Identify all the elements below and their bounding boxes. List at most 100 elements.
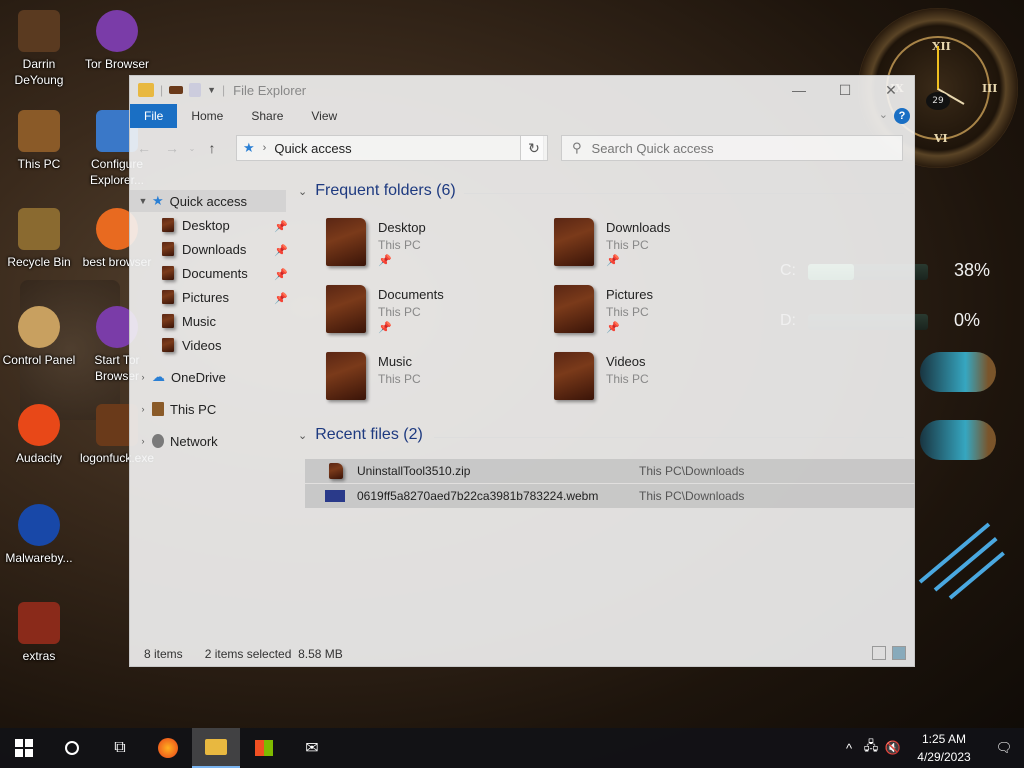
breadcrumb[interactable]: Quick access bbox=[274, 141, 351, 156]
desktop-icon-extras[interactable]: extras bbox=[0, 602, 78, 664]
tab-share[interactable]: Share bbox=[237, 104, 297, 128]
recent-file-row[interactable]: UninstallTool3510.zip This PC\Downloads bbox=[305, 459, 915, 483]
help-icon[interactable]: ? bbox=[894, 108, 910, 124]
taskbar-mail[interactable]: ✉ bbox=[288, 728, 336, 768]
nav-label: Quick access bbox=[169, 193, 247, 209]
frequent-folders-header[interactable]: ⌄ Frequent folders (6) bbox=[298, 182, 456, 200]
properties-icon[interactable] bbox=[169, 86, 184, 94]
desktop-icon-user[interactable]: Darrin DeYoung bbox=[0, 10, 78, 88]
decor-wire bbox=[948, 551, 1005, 600]
chevron-right-icon[interactable]: › bbox=[136, 372, 150, 382]
section-title: Frequent folders (6) bbox=[315, 182, 456, 199]
tab-view[interactable]: View bbox=[297, 104, 351, 128]
folder-icon bbox=[554, 352, 594, 400]
refresh-button[interactable]: ↻ bbox=[520, 135, 548, 161]
nav-item-videos[interactable]: Videos bbox=[162, 334, 222, 356]
folder-location: This PC bbox=[606, 372, 649, 386]
firefox-icon bbox=[158, 738, 178, 758]
back-button[interactable]: ← bbox=[130, 140, 158, 156]
taskbar-file-explorer[interactable] bbox=[192, 728, 240, 768]
window-controls: — ☐ ✕ bbox=[776, 76, 914, 104]
taskbar-store[interactable] bbox=[240, 728, 288, 768]
nav-label: Downloads bbox=[182, 241, 247, 257]
folder-tile-music[interactable]: Music This PC bbox=[326, 352, 546, 412]
desktop-icon-tor[interactable]: Tor Browser bbox=[78, 10, 156, 72]
pin-icon: 📌 bbox=[274, 221, 288, 233]
chevron-right-icon[interactable]: › bbox=[136, 404, 150, 414]
navigation-pane: ▼ ★ Quick access Desktop 📌 Downloads 📌 D… bbox=[130, 182, 290, 622]
folder-name: Pictures bbox=[606, 287, 653, 302]
search-placeholder: Search Quick access bbox=[591, 140, 714, 156]
file-name: UninstallTool3510.zip bbox=[357, 464, 471, 478]
recent-file-row[interactable]: 0619ff5a8270aed7b22ca3981b783224.webm Th… bbox=[305, 484, 915, 508]
volume-muted-icon[interactable]: 🔇 bbox=[882, 740, 904, 756]
nav-item-pictures[interactable]: Pictures bbox=[162, 286, 229, 308]
folder-location: This PC bbox=[378, 238, 421, 252]
pin-icon: 📌 bbox=[378, 255, 392, 267]
chevron-down-icon[interactable]: ▼ bbox=[136, 196, 150, 206]
desktop-icon-this-pc[interactable]: This PC bbox=[0, 110, 78, 172]
folder-tile-downloads[interactable]: Downloads This PC 📌 bbox=[554, 218, 774, 278]
computer-icon bbox=[152, 402, 164, 416]
chevron-down-icon: ⌄ bbox=[298, 429, 308, 442]
maximize-button[interactable]: ☐ bbox=[822, 76, 868, 104]
taskbar-firefox[interactable] bbox=[144, 728, 192, 768]
expand-ribbon-icon[interactable]: ⌄ bbox=[879, 108, 888, 121]
folder-tile-documents[interactable]: Documents This PC 📌 bbox=[326, 285, 546, 345]
breadcrumb-separator-icon[interactable]: › bbox=[263, 142, 267, 154]
clock-day: 29 bbox=[926, 92, 950, 110]
desktop-icon-label: Malwareby... bbox=[5, 551, 73, 565]
tray-clock[interactable]: 1:25 AM 4/29/2023 bbox=[904, 730, 984, 766]
desktop-icon-malwarebytes[interactable]: Malwareby... bbox=[0, 504, 78, 566]
new-folder-icon[interactable] bbox=[189, 83, 202, 97]
nav-item-music[interactable]: Music bbox=[162, 310, 216, 332]
desktop-icon-audacity[interactable]: Audacity bbox=[0, 404, 78, 466]
forward-button[interactable]: → bbox=[158, 140, 186, 156]
recycle-bin-icon bbox=[18, 208, 60, 250]
search-input[interactable]: ⚲ Search Quick access bbox=[561, 135, 903, 161]
nav-item-network[interactable]: › Network bbox=[136, 430, 218, 452]
notifications-icon[interactable]: 🗨 bbox=[984, 740, 1024, 756]
nav-item-desktop[interactable]: Desktop bbox=[162, 214, 230, 236]
nav-item-this-pc[interactable]: › This PC bbox=[136, 398, 217, 420]
large-icons-view-icon[interactable] bbox=[892, 646, 906, 660]
nav-label: OneDrive bbox=[171, 369, 226, 385]
selection-info: 2 items selected 8.58 MB bbox=[204, 647, 343, 661]
divider bbox=[464, 193, 904, 194]
folder-tile-videos[interactable]: Videos This PC bbox=[554, 352, 774, 412]
tab-home[interactable]: Home bbox=[177, 104, 237, 128]
folder-icon bbox=[18, 602, 60, 644]
malwarebytes-icon bbox=[18, 504, 60, 546]
divider bbox=[434, 437, 904, 438]
customize-toolbar-icon[interactable]: ▼ bbox=[207, 85, 216, 95]
ribbon-tabs: File Home Share View ⌄ ? bbox=[130, 104, 914, 128]
close-button[interactable]: ✕ bbox=[868, 76, 914, 104]
desktop-icon-label: Recycle Bin bbox=[7, 255, 71, 269]
desktop-icon-control-panel[interactable]: Control Panel bbox=[0, 306, 78, 368]
minimize-button[interactable]: — bbox=[776, 76, 822, 104]
tab-file[interactable]: File bbox=[130, 104, 178, 128]
start-button[interactable] bbox=[0, 728, 48, 768]
recent-files-header[interactable]: ⌄ Recent files (2) bbox=[298, 426, 423, 444]
network-icon[interactable]: 🖧 bbox=[860, 737, 882, 759]
folder-tile-desktop[interactable]: Desktop This PC 📌 bbox=[326, 218, 546, 278]
drive-percent: 0% bbox=[954, 310, 981, 330]
task-view-button[interactable]: ⧉ bbox=[96, 728, 144, 768]
folder-tile-pictures[interactable]: Pictures This PC 📌 bbox=[554, 285, 774, 345]
folder-icon bbox=[554, 285, 594, 333]
chevron-right-icon[interactable]: › bbox=[136, 436, 150, 446]
nav-item-downloads[interactable]: Downloads bbox=[162, 238, 246, 260]
up-button[interactable]: ↑ bbox=[198, 140, 226, 156]
folder-icon bbox=[162, 338, 174, 352]
recent-locations-button[interactable]: ⌄ bbox=[186, 144, 198, 153]
nav-item-onedrive[interactable]: › ☁ OneDrive bbox=[136, 366, 226, 388]
desktop-icon-recycle-bin[interactable]: Recycle Bin bbox=[0, 208, 78, 270]
folder-icon bbox=[162, 266, 174, 280]
address-bar[interactable]: ★ › Quick access ⌄ bbox=[236, 135, 544, 161]
show-hidden-icons-icon[interactable]: ^ bbox=[838, 741, 860, 756]
nav-item-quick-access[interactable]: ▼ ★ Quick access bbox=[130, 190, 286, 212]
search-button[interactable] bbox=[48, 728, 96, 768]
nav-item-documents[interactable]: Documents bbox=[162, 262, 248, 284]
details-view-icon[interactable] bbox=[872, 646, 886, 660]
folder-location: This PC bbox=[606, 305, 649, 319]
